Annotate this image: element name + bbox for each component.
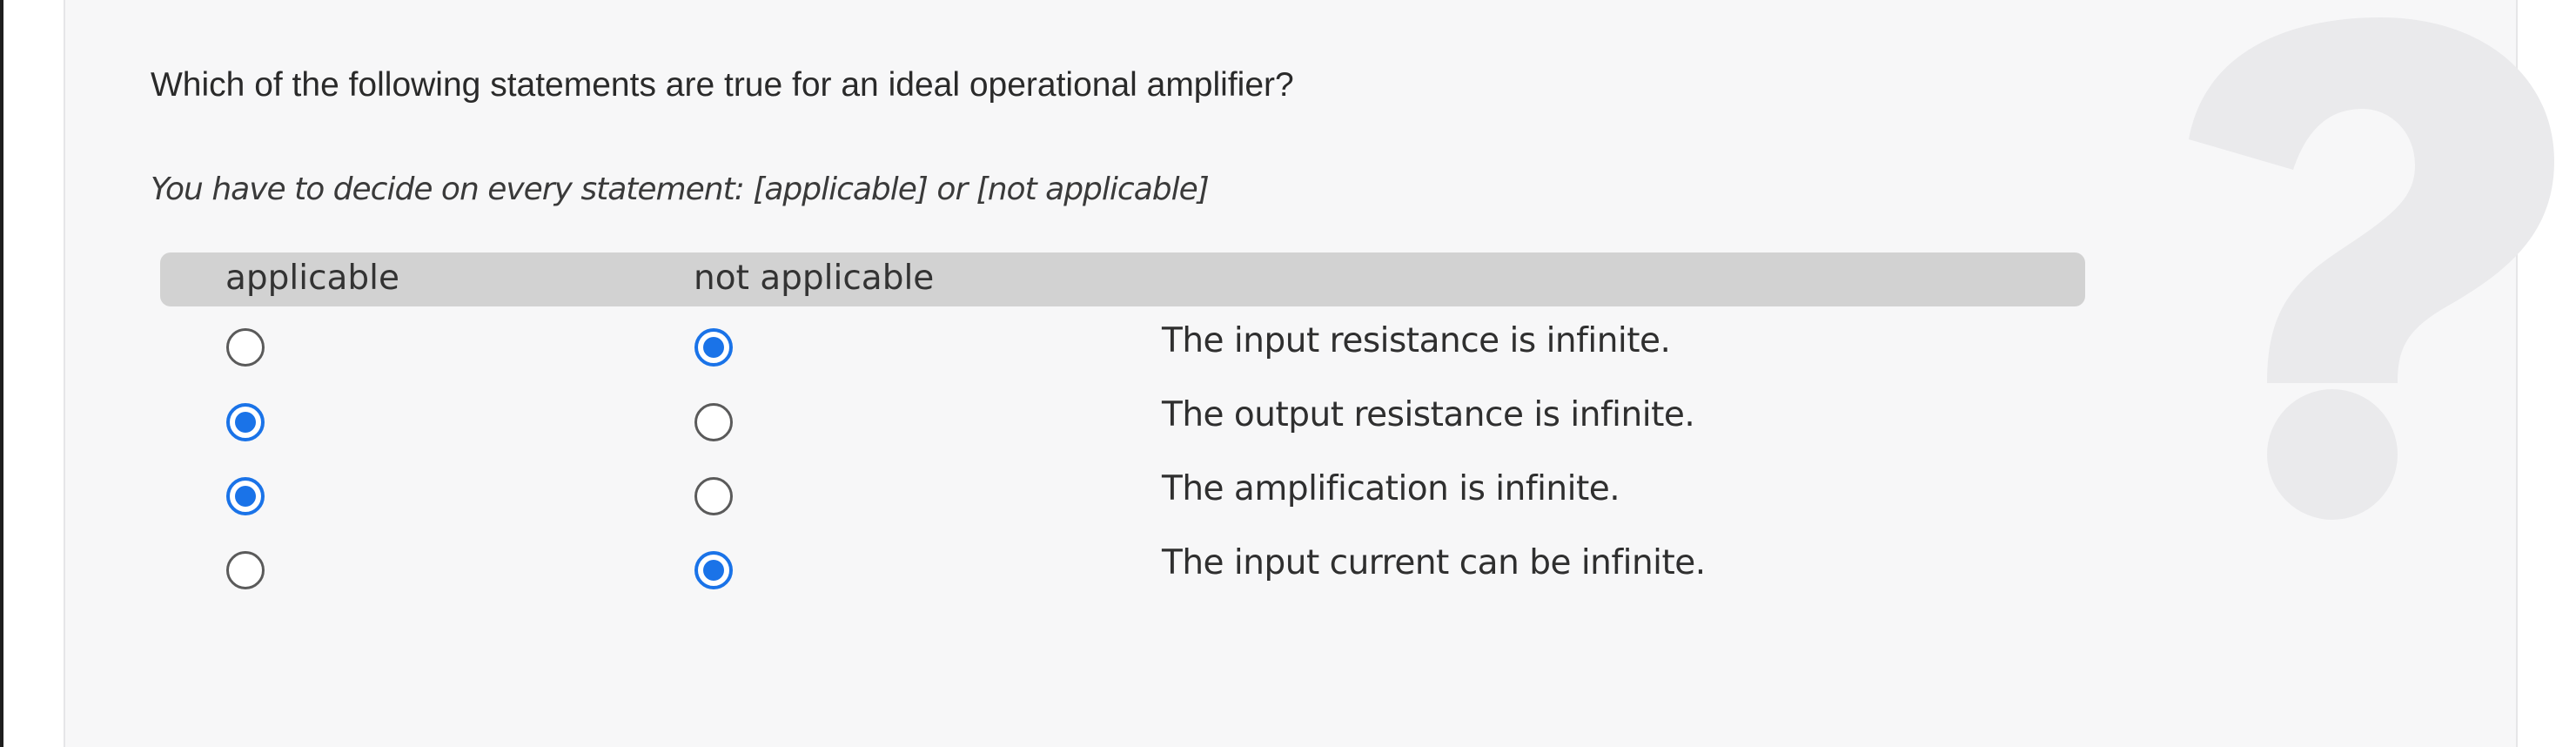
column-header-not-applicable: not applicable: [694, 259, 935, 298]
table-header-bar: [160, 252, 2085, 306]
left-border: [0, 0, 3, 747]
radio-not-applicable[interactable]: [694, 328, 733, 367]
question-text: Which of the following statements are tr…: [151, 66, 1294, 104]
radio-applicable[interactable]: [226, 477, 265, 515]
instruction-text: You have to decide on every statement: […: [151, 172, 1210, 207]
radio-not-applicable[interactable]: [694, 403, 733, 441]
radio-not-applicable[interactable]: [694, 477, 733, 515]
question-card: Which of the following statements are tr…: [64, 0, 2554, 747]
radio-applicable[interactable]: [226, 551, 265, 589]
statement-text: The input current can be infinite.: [1162, 543, 1706, 582]
table-row: The output resistance is infinite.: [65, 386, 2519, 459]
statement-text: The amplification is infinite.: [1162, 469, 1620, 508]
radio-not-applicable[interactable]: [694, 551, 733, 589]
table-row: The input resistance is infinite.: [65, 312, 2519, 385]
statement-text: The input resistance is infinite.: [1162, 321, 1671, 360]
statement-text: The output resistance is infinite.: [1162, 395, 1695, 434]
radio-applicable[interactable]: [226, 403, 265, 441]
column-header-applicable: applicable: [225, 259, 400, 298]
radio-applicable[interactable]: [226, 328, 265, 367]
table-row: The input current can be infinite.: [65, 534, 2519, 607]
table-row: The amplification is infinite.: [65, 460, 2519, 533]
